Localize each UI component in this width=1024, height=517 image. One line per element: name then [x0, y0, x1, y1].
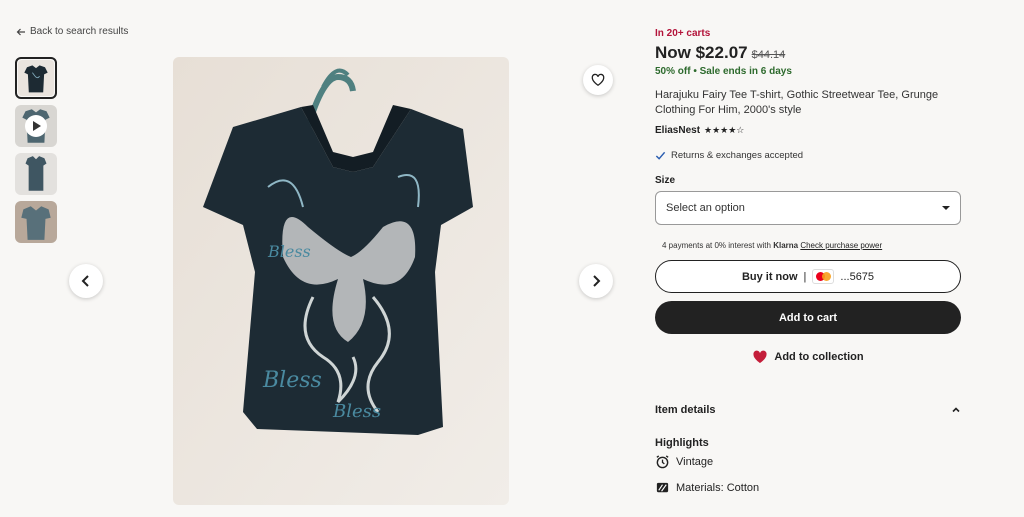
item-details-toggle[interactable]: Item details [655, 404, 961, 416]
highlight-materials: Materials: Cotton [655, 480, 759, 495]
returns-label: Returns & exchanges accepted [671, 150, 804, 161]
item-details-heading: Item details [655, 404, 716, 416]
price-row: Now $22.07 $44.14 [655, 43, 961, 63]
klarna-brand: Klarna [773, 241, 799, 250]
klarna-info: 4 payments at 0% interest with Klarna Ch… [655, 241, 961, 250]
product-title: Harajuku Fairy Tee T-shirt, Gothic Stree… [655, 89, 939, 116]
size-label: Size [655, 175, 676, 186]
thumbnail-4[interactable] [15, 201, 57, 243]
shop-name-link[interactable]: EliasNest [655, 125, 700, 136]
tshirt-photo: Bless Bless Bless [173, 57, 509, 505]
shop-row: EliasNest ★★★★☆ [655, 125, 961, 136]
checkmark-icon [655, 151, 666, 160]
original-price: $44.14 [751, 49, 786, 61]
add-to-collection-button[interactable]: Add to collection [655, 350, 961, 364]
mastercard-icon [812, 269, 835, 284]
svg-text:Bless: Bless [332, 401, 381, 422]
next-image-button[interactable] [579, 264, 613, 298]
returns-info: Returns & exchanges accepted [655, 150, 961, 161]
highlight-label: Materials: Cotton [676, 481, 760, 494]
chevron-right-icon [593, 275, 601, 287]
heart-filled-icon [753, 350, 767, 363]
divider: | [803, 270, 807, 283]
size-select[interactable]: Select an option [655, 191, 961, 225]
thumbnail-image [15, 153, 57, 195]
check-purchase-power-link[interactable]: Check purchase power [800, 241, 882, 250]
arrow-left-icon [16, 28, 25, 35]
klarna-prefix: 4 payments at 0% interest with [662, 241, 771, 250]
rating-stars: ★★★★☆ [704, 125, 745, 135]
discount-label: 50% off [655, 66, 691, 77]
buy-it-now-button[interactable]: Buy it now | ...5675 [655, 260, 961, 293]
sale-ends-label: Sale ends in 6 days [699, 66, 792, 77]
sale-info: 50% off • Sale ends in 6 days [655, 66, 961, 77]
back-to-search-link[interactable]: Back to search results [16, 26, 128, 37]
add-to-cart-button[interactable]: Add to cart [655, 301, 961, 334]
purchase-panel: In 20+ carts Now $22.07 $44.14 50% off •… [655, 28, 961, 364]
thumbnail-1[interactable] [15, 57, 57, 99]
favorite-button[interactable] [583, 65, 613, 95]
size-select-value: Select an option [666, 202, 745, 214]
previous-image-button[interactable] [69, 264, 103, 298]
svg-text:Bless: Bless [262, 368, 322, 393]
thumbnail-3[interactable] [15, 153, 57, 195]
play-icon [25, 115, 47, 137]
in-carts-badge: In 20+ carts [655, 28, 711, 39]
chevron-up-icon [952, 407, 960, 413]
card-number: ...5675 [840, 270, 875, 283]
thumbnail-2-video[interactable] [15, 105, 57, 147]
highlights-heading: Highlights [655, 437, 709, 449]
add-to-collection-label: Add to collection [774, 351, 864, 363]
fabric-icon [656, 482, 669, 493]
svg-text:Bless: Bless [267, 242, 311, 261]
alarm-clock-icon [656, 455, 669, 469]
thumbnail-image [18, 60, 54, 96]
chevron-left-icon [81, 275, 89, 287]
current-price: Now $22.07 [655, 43, 748, 62]
main-product-image: Bless Bless Bless [173, 57, 509, 505]
buy-now-label: Buy it now [741, 270, 798, 283]
back-link-label: Back to search results [30, 26, 129, 37]
caret-down-icon [942, 206, 950, 210]
highlight-label: Vintage [676, 455, 714, 468]
highlight-vintage: Vintage [655, 454, 713, 469]
thumbnail-image [15, 201, 57, 243]
image-thumbnail-list [15, 57, 57, 243]
heart-outline-icon [591, 73, 605, 87]
